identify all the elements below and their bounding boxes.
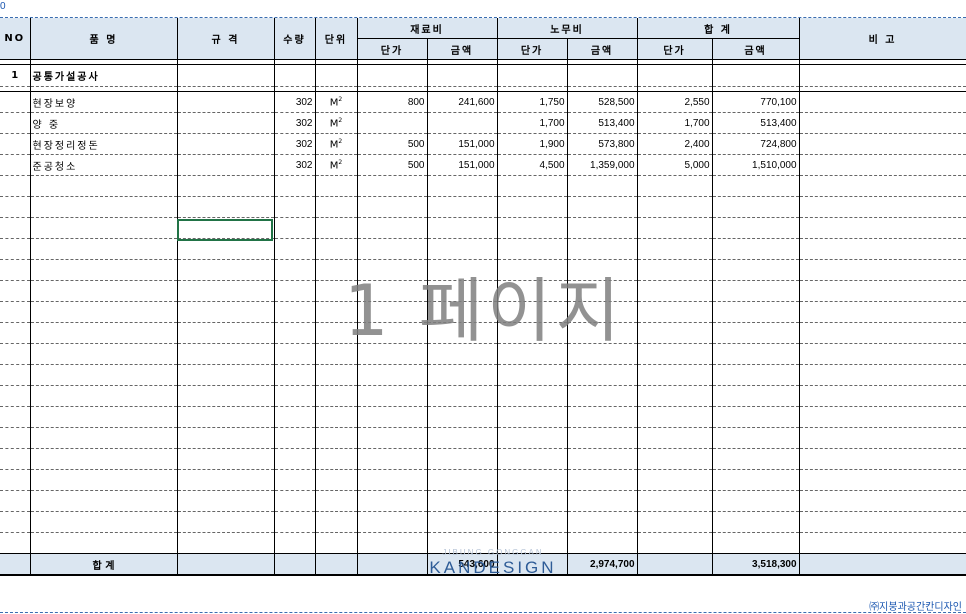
section-title[interactable]: 공통가설공사: [30, 64, 178, 87]
header-spec[interactable]: 규 격: [177, 18, 275, 60]
header-mat-amount[interactable]: 금액: [427, 38, 498, 60]
selected-cell[interactable]: [177, 219, 273, 241]
row-qty[interactable]: 302: [274, 133, 316, 155]
header-no[interactable]: NO: [0, 18, 31, 60]
header-row-1: NO 품 명 규 격 수량 단위 재료비 노무비 합 계 비 고: [0, 18, 966, 60]
row-item-name[interactable]: 현장보양: [30, 91, 178, 113]
row-tot-amount[interactable]: 1,510,000: [712, 154, 800, 176]
row-mat-price[interactable]: [357, 112, 428, 134]
header-qty[interactable]: 수량: [274, 18, 316, 60]
page-break-bottom: [0, 612, 966, 613]
empty-row: [0, 364, 966, 386]
row-lab-amount[interactable]: 573,800: [567, 133, 638, 155]
section-no[interactable]: 1: [0, 64, 31, 87]
row-mat-amount[interactable]: 151,000: [427, 154, 498, 176]
total-label[interactable]: 합 계: [30, 553, 178, 576]
row-tot-price[interactable]: 2,550: [637, 91, 713, 113]
row-lab-price[interactable]: 1,700: [497, 112, 568, 134]
header-lab-unit-price[interactable]: 단가: [497, 38, 568, 60]
row-item-name[interactable]: 준공청소: [30, 154, 178, 176]
row-mat-price[interactable]: 800: [357, 91, 428, 113]
row-unit[interactable]: M2: [315, 154, 358, 176]
row-tot-amount[interactable]: 724,800: [712, 133, 800, 155]
header-unit[interactable]: 단위: [315, 18, 358, 60]
row-lab-amount[interactable]: 528,500: [567, 91, 638, 113]
logo-title: KANDESIGN: [429, 558, 557, 577]
total-tot-amount[interactable]: 3,518,300: [712, 553, 800, 576]
row-tot-amount[interactable]: 513,400: [712, 112, 800, 134]
corner-label: 0: [0, 1, 6, 12]
row-mat-price[interactable]: 500: [357, 154, 428, 176]
header-tot-unit-price[interactable]: 단가: [637, 38, 713, 60]
header-mat-unit-price[interactable]: 단가: [357, 38, 428, 60]
row-tot-price[interactable]: 1,700: [637, 112, 713, 134]
row-qty[interactable]: 302: [274, 91, 316, 113]
row-mat-price[interactable]: 500: [357, 133, 428, 155]
row-lab-price[interactable]: 4,500: [497, 154, 568, 176]
header-total[interactable]: 합 계: [637, 18, 800, 39]
row-unit[interactable]: M2: [315, 112, 358, 134]
footer-brand: ㈜지붕과공간칸디자인: [869, 602, 962, 613]
row-lab-price[interactable]: 1,750: [497, 91, 568, 113]
row-mat-amount[interactable]: 241,600: [427, 91, 498, 113]
row-qty[interactable]: 302: [274, 112, 316, 134]
row-unit[interactable]: M2: [315, 133, 358, 155]
empty-row: [0, 196, 966, 218]
row-tot-price[interactable]: 5,000: [637, 154, 713, 176]
empty-row: [0, 469, 966, 491]
row-qty[interactable]: 302: [274, 154, 316, 176]
section-row: 1 공통가설공사: [0, 64, 966, 87]
row-item-name[interactable]: 현장정리정돈: [30, 133, 178, 155]
logo-subtitle: JIBUNG GONGGAN: [442, 548, 544, 557]
company-logo: JIBUNG GONGGAN KANDESIGN: [428, 548, 558, 578]
row-tot-amount[interactable]: 770,100: [712, 91, 800, 113]
page-watermark: 1 페이지: [344, 270, 624, 352]
row-lab-price[interactable]: 1,900: [497, 133, 568, 155]
header-item[interactable]: 품 명: [30, 18, 178, 60]
table-row: 준공청소 302 M2 500 151,000 4,500 1,359,000 5,000 1,…: [0, 154, 966, 176]
header-tot-amount[interactable]: 금액: [712, 38, 800, 60]
row-tot-price[interactable]: 2,400: [637, 133, 713, 155]
empty-row: [0, 490, 966, 512]
empty-row: [0, 406, 966, 428]
table-row: 양 중 302 M2 1,700 513,400 1,700 513,400: [0, 112, 966, 134]
header-lab-amount[interactable]: 금액: [567, 38, 638, 60]
row-mat-amount[interactable]: [427, 112, 498, 134]
row-mat-amount[interactable]: 151,000: [427, 133, 498, 155]
row-unit[interactable]: M2: [315, 91, 358, 113]
empty-row: [0, 385, 966, 407]
empty-row: [0, 175, 966, 197]
row-item-name[interactable]: 양 중: [30, 112, 178, 134]
total-lab-amount[interactable]: 2,974,700: [567, 553, 638, 576]
empty-row: [0, 217, 966, 239]
table-row: 현장정리정돈 302 M2 500 151,000 1,900 573,800 2,400 72…: [0, 133, 966, 155]
header-material[interactable]: 재료비: [357, 18, 498, 39]
empty-row: [0, 448, 966, 470]
header-note[interactable]: 비 고: [799, 18, 966, 60]
header-labor[interactable]: 노무비: [497, 18, 638, 39]
table-row: 현장보양 302 M2 800 241,600 1,750 528,500 2,550 770,…: [0, 91, 966, 113]
empty-row: [0, 427, 966, 449]
empty-row: [0, 511, 966, 533]
row-lab-amount[interactable]: 1,359,000: [567, 154, 638, 176]
row-lab-amount[interactable]: 513,400: [567, 112, 638, 134]
